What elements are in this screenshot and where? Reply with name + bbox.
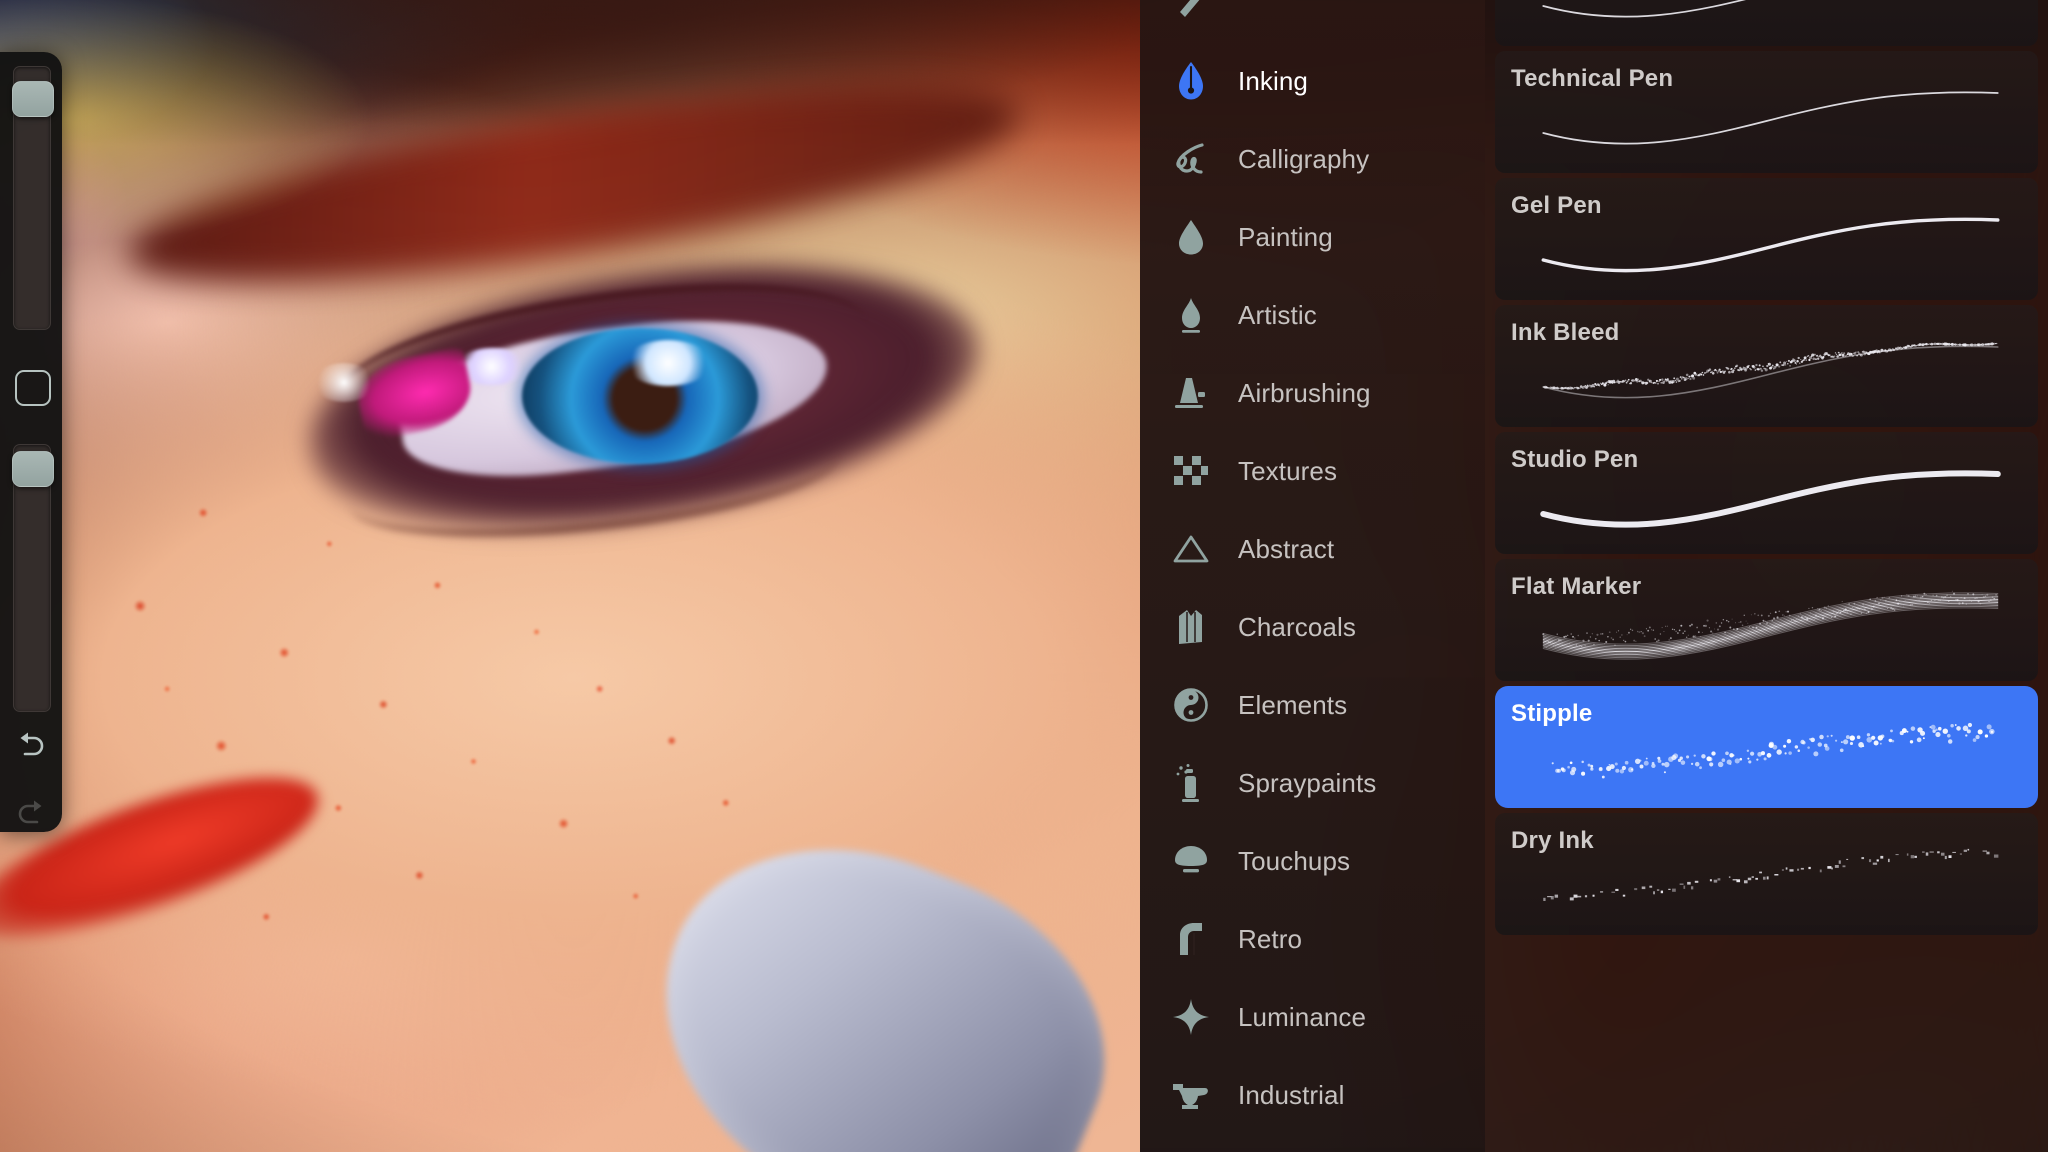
- brush-category-item-touchups[interactable]: Touchups: [1140, 822, 1485, 900]
- brush-preset-gel-pen[interactable]: Gel Pen: [1495, 178, 2038, 300]
- brush-category-item-elements[interactable]: Elements: [1140, 666, 1485, 744]
- retro-curve-icon: [1170, 918, 1212, 960]
- sparkle-icon: [1170, 996, 1212, 1038]
- redo-icon: [14, 797, 48, 827]
- brush-category-label: Abstract: [1238, 534, 1334, 565]
- brush-category-item-artistic[interactable]: Artistic: [1140, 276, 1485, 354]
- fan-brush-icon: [1170, 840, 1212, 882]
- brush-preset-stipple[interactable]: Stipple: [1495, 686, 2038, 808]
- brush-preset-name: Ink Bleed: [1511, 319, 1620, 347]
- brush-preset-name: Studio Pen: [1511, 446, 1638, 474]
- paint-drop-icon: [1170, 216, 1212, 258]
- brush-category-item-sketching[interactable]: [1140, 0, 1485, 42]
- undo-icon: [14, 729, 48, 759]
- charcoal-stick-icon: [1170, 606, 1212, 648]
- brush-category-label: Spraypaints: [1238, 768, 1376, 799]
- brush-preset-flat-marker[interactable]: Flat Marker: [1495, 559, 2038, 681]
- brush-category-label: Luminance: [1238, 1002, 1366, 1033]
- brush-category-label: Airbrushing: [1238, 378, 1371, 409]
- checkerboard-icon: [1170, 450, 1212, 492]
- brush-category-label: Artistic: [1238, 300, 1317, 331]
- brush-library-panel: Inking Calligraphy Painting Artistic Airbrus…: [1140, 0, 2048, 1152]
- brush-preset-name: Stipple: [1511, 700, 1592, 728]
- brush-size-slider-thumb[interactable]: [12, 81, 54, 117]
- left-toolbar: [0, 52, 62, 832]
- triangle-icon: [1170, 528, 1212, 570]
- spray-can-icon: [1170, 762, 1212, 804]
- pen-nib-icon: [1170, 60, 1212, 102]
- sketching-icon: [1170, 0, 1212, 24]
- brush-preset-studio-pen[interactable]: Studio Pen: [1495, 432, 2038, 554]
- brush-category-item-organic[interactable]: Organic: [1140, 1134, 1485, 1152]
- opacity-slider-thumb[interactable]: [12, 451, 54, 487]
- brush-size-slider[interactable]: [13, 66, 51, 330]
- brush-category-label: Retro: [1238, 924, 1302, 955]
- flame-drop-icon: [1170, 294, 1212, 336]
- brush-stroke-preview: [1495, 0, 2038, 46]
- undo-button[interactable]: [11, 724, 51, 764]
- brush-category-item-textures[interactable]: Textures: [1140, 432, 1485, 510]
- brush-category-item-industrial[interactable]: Industrial: [1140, 1056, 1485, 1134]
- brush-category-label: Inking: [1238, 66, 1308, 97]
- brush-preset-name: Gel Pen: [1511, 192, 1602, 220]
- brush-category-item-airbrushing[interactable]: Airbrushing: [1140, 354, 1485, 432]
- brush-category-label: Touchups: [1238, 846, 1350, 877]
- brush-preset-list[interactable]: Technical Pen Gel Pen Ink Bleed Studio P…: [1485, 0, 2048, 1152]
- brush-preset-dry-ink[interactable]: Dry Ink: [1495, 813, 2038, 935]
- brush-category-item-charcoals[interactable]: Charcoals: [1140, 588, 1485, 666]
- brush-preset-name: Flat Marker: [1511, 573, 1641, 601]
- procreate-app-window: Inking Calligraphy Painting Artistic Airbrus…: [0, 0, 2048, 1152]
- brush-category-label: Calligraphy: [1238, 144, 1369, 175]
- anvil-icon: [1170, 1074, 1212, 1116]
- brush-category-item-luminance[interactable]: Luminance: [1140, 978, 1485, 1056]
- brush-preset-ink-bleed[interactable]: Ink Bleed: [1495, 305, 2038, 427]
- modify-button[interactable]: [15, 370, 51, 406]
- brush-category-item-retro[interactable]: Retro: [1140, 900, 1485, 978]
- yin-yang-icon: [1170, 684, 1212, 726]
- brush-category-list[interactable]: Inking Calligraphy Painting Artistic Airbrus…: [1140, 0, 1485, 1152]
- airbrush-icon: [1170, 372, 1212, 414]
- brush-category-label: Charcoals: [1238, 612, 1356, 643]
- opacity-slider[interactable]: [13, 444, 51, 712]
- brush-category-label: Textures: [1238, 456, 1337, 487]
- brush-category-item-spraypaints[interactable]: Spraypaints: [1140, 744, 1485, 822]
- brush-preset-name: Dry Ink: [1511, 827, 1594, 855]
- brush-category-label: Elements: [1238, 690, 1347, 721]
- brush-category-item-inking[interactable]: Inking: [1140, 42, 1485, 120]
- brush-category-item-abstract[interactable]: Abstract: [1140, 510, 1485, 588]
- brush-category-item-calligraphy[interactable]: Calligraphy: [1140, 120, 1485, 198]
- brush-category-item-painting[interactable]: Painting: [1140, 198, 1485, 276]
- brush-preset-brush-0[interactable]: [1495, 0, 2038, 46]
- brush-preset-technical-pen[interactable]: Technical Pen: [1495, 51, 2038, 173]
- calligraphy-scribble-icon: [1170, 138, 1212, 180]
- brush-preset-name: Technical Pen: [1511, 65, 1673, 93]
- brush-category-label: Painting: [1238, 222, 1333, 253]
- brush-category-label: Industrial: [1238, 1080, 1345, 1111]
- redo-button[interactable]: [11, 792, 51, 832]
